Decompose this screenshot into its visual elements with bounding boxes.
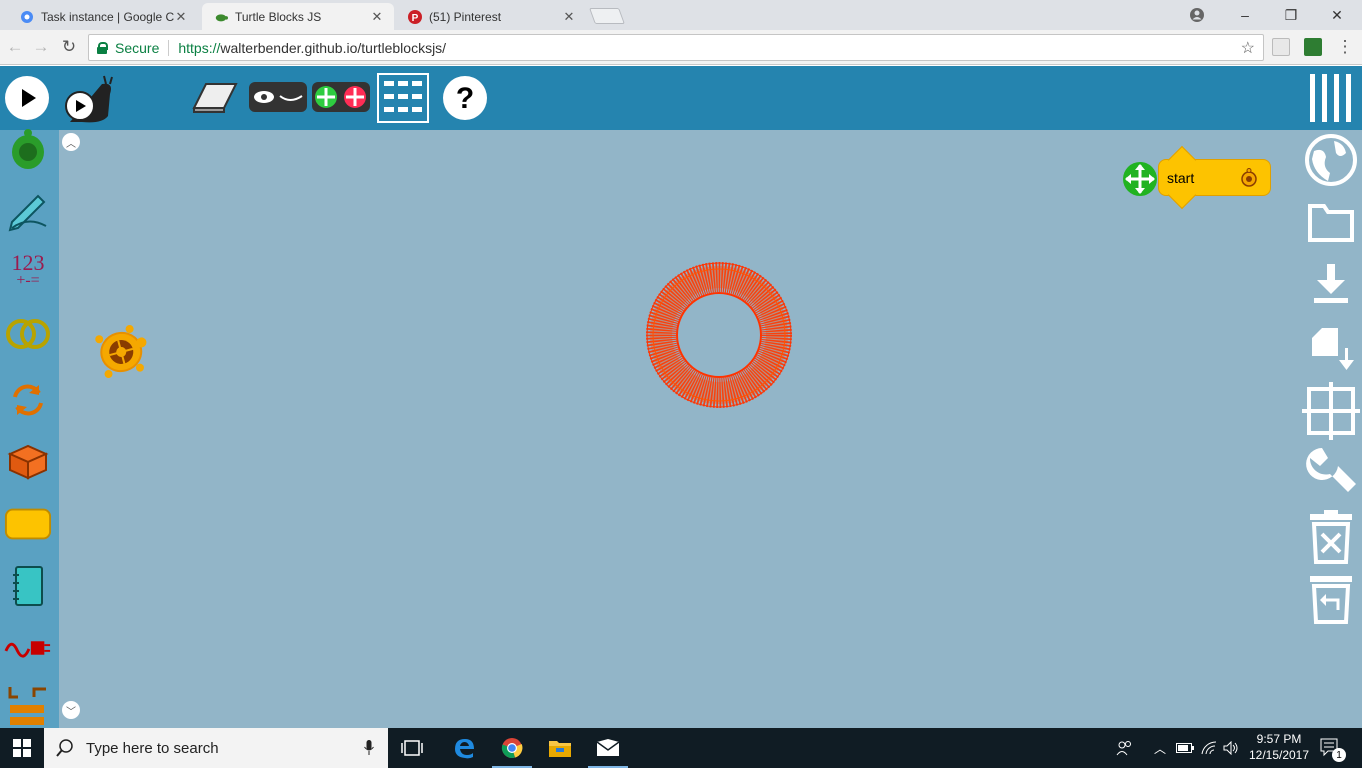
flow-palette-icon[interactable]: [4, 376, 52, 424]
microphone-icon[interactable]: [364, 740, 374, 756]
pdf-extension-icon[interactable]: [1272, 38, 1290, 56]
reload-button[interactable]: ↻: [58, 36, 80, 58]
turtle-palette-icon[interactable]: [4, 126, 52, 174]
url-scheme: https://: [178, 39, 221, 56]
planet-icon[interactable]: [1304, 133, 1358, 187]
clock-date: 12/15/2017: [1248, 748, 1310, 762]
collapse-expand-icon[interactable]: [311, 78, 371, 116]
move-handle-icon[interactable]: [1122, 161, 1158, 197]
maximize-button[interactable]: ❐: [1268, 0, 1314, 30]
sensors-palette-icon[interactable]: [4, 624, 52, 672]
taskbar-search-box[interactable]: Type here to search: [44, 728, 388, 768]
number-palette-bottom: +-=: [16, 272, 40, 289]
save-icon[interactable]: [1308, 262, 1354, 306]
box-palette-icon[interactable]: [4, 438, 52, 486]
secure-label: Secure: [115, 39, 160, 56]
windows-taskbar: Type here to search ︿ 9:57 PM 12/15/2017…: [0, 728, 1362, 768]
tab-strip: Task instance | Google C ✕ Turtle Blocks…: [0, 0, 1362, 30]
url-host-path: walterbender.github.io/turtleblocksjs/: [220, 39, 447, 56]
lock-icon: [97, 42, 108, 54]
action-palette-icon[interactable]: [4, 500, 52, 548]
open-file-icon[interactable]: [1306, 200, 1356, 244]
windows-start-button[interactable]: [0, 728, 44, 768]
start-block[interactable]: start: [1158, 145, 1271, 210]
back-button[interactable]: ←: [4, 36, 26, 58]
svg-text:P: P: [412, 13, 419, 24]
tab-pinterest[interactable]: P (51) Pinterest ✕: [396, 3, 586, 30]
svg-text:?: ?: [456, 82, 474, 115]
tab-label: (51) Pinterest: [429, 9, 502, 24]
battery-icon[interactable]: [1174, 728, 1196, 768]
palette-scroll-up-icon[interactable]: ︿: [62, 133, 80, 151]
turtle-icon: [1240, 168, 1258, 188]
run-icon[interactable]: [4, 75, 50, 121]
address-bar[interactable]: Secure https://walterbender.github.io/tu…: [88, 34, 1264, 61]
tab-close-icon[interactable]: ✕: [562, 9, 576, 25]
main-menu-icon[interactable]: [1306, 72, 1354, 124]
drawing-canvas[interactable]: ︿ ﹀: [59, 130, 1362, 728]
gear-favicon-icon: [20, 10, 34, 24]
wifi-icon[interactable]: [1198, 728, 1220, 768]
tab-task-instance[interactable]: Task instance | Google C ✕: [8, 3, 198, 30]
clock-time: 9:57 PM: [1256, 732, 1302, 746]
help-icon[interactable]: ?: [442, 75, 488, 121]
security-indicator[interactable]: Secure: [89, 40, 159, 56]
clear-icon[interactable]: [190, 78, 240, 116]
forward-button[interactable]: →: [30, 36, 52, 58]
palette-scroll-down-icon[interactable]: ﹀: [62, 701, 80, 719]
profile-icon[interactable]: [1174, 0, 1220, 30]
file-explorer-icon[interactable]: [536, 728, 584, 768]
settings-icon[interactable]: [1302, 444, 1360, 502]
action-center-icon[interactable]: 1: [1316, 728, 1346, 768]
turtle-sprite-icon[interactable]: [91, 324, 151, 379]
volume-icon[interactable]: [1220, 728, 1242, 768]
bookmark-star-icon[interactable]: ☆: [1241, 38, 1255, 58]
tab-close-icon[interactable]: ✕: [174, 9, 188, 25]
turtle-favicon-icon: [214, 10, 228, 24]
turtle-drawing: [639, 255, 799, 415]
new-tab-button[interactable]: [589, 8, 625, 24]
start-block-label: start: [1167, 170, 1195, 186]
media-palette-icon[interactable]: [4, 562, 52, 610]
run-slow-icon[interactable]: [62, 74, 116, 126]
url-text[interactable]: https://walterbender.github.io/turtleblo…: [178, 40, 446, 56]
number-palette-top: 123: [11, 250, 45, 275]
grid-menu-icon[interactable]: [376, 72, 430, 124]
pen-palette-icon[interactable]: [4, 186, 52, 234]
minimize-button[interactable]: –: [1222, 0, 1268, 30]
edge-browser-icon[interactable]: [440, 728, 488, 768]
tab-turtle-blocks[interactable]: Turtle Blocks JS ✕: [202, 3, 394, 30]
task-view-icon[interactable]: [388, 728, 436, 768]
boolean-palette-icon[interactable]: [4, 310, 52, 358]
chrome-taskbar-icon[interactable]: [488, 728, 536, 768]
delete-all-icon[interactable]: [1306, 510, 1356, 564]
people-icon[interactable]: [1112, 728, 1138, 768]
hide-blocks-icon[interactable]: [248, 78, 308, 116]
taskbar-clock[interactable]: 9:57 PM 12/15/2017: [1244, 731, 1314, 763]
show-hidden-icons-chevron-icon[interactable]: ︿: [1150, 728, 1170, 768]
search-placeholder: Type here to search: [86, 739, 219, 757]
browser-toolbar: ← → ↻ Secure https://walterbender.github…: [0, 30, 1362, 65]
tab-label: Task instance | Google C: [41, 9, 174, 24]
number-palette-icon[interactable]: 123 +-=: [4, 248, 52, 296]
extras-palette-icon[interactable]: [4, 682, 52, 730]
notification-count-badge: 1: [1332, 748, 1346, 762]
close-window-button[interactable]: ✕: [1314, 0, 1360, 30]
mail-icon[interactable]: [584, 728, 632, 768]
restore-trash-icon[interactable]: [1306, 574, 1356, 624]
load-plugin-icon[interactable]: [1308, 324, 1358, 374]
tab-label: Turtle Blocks JS: [235, 9, 322, 24]
app-header: ?: [0, 66, 1362, 130]
chrome-menu-icon[interactable]: ⋮: [1334, 36, 1356, 58]
palette-sidebar: 123 +-=: [0, 129, 59, 730]
omnibox-divider: [168, 39, 170, 56]
evernote-extension-icon[interactable]: [1304, 38, 1322, 56]
search-icon: [56, 739, 74, 757]
pinterest-favicon-icon: P: [408, 9, 422, 24]
grid-icon[interactable]: [1302, 382, 1360, 440]
tab-close-icon[interactable]: ✕: [370, 9, 384, 25]
